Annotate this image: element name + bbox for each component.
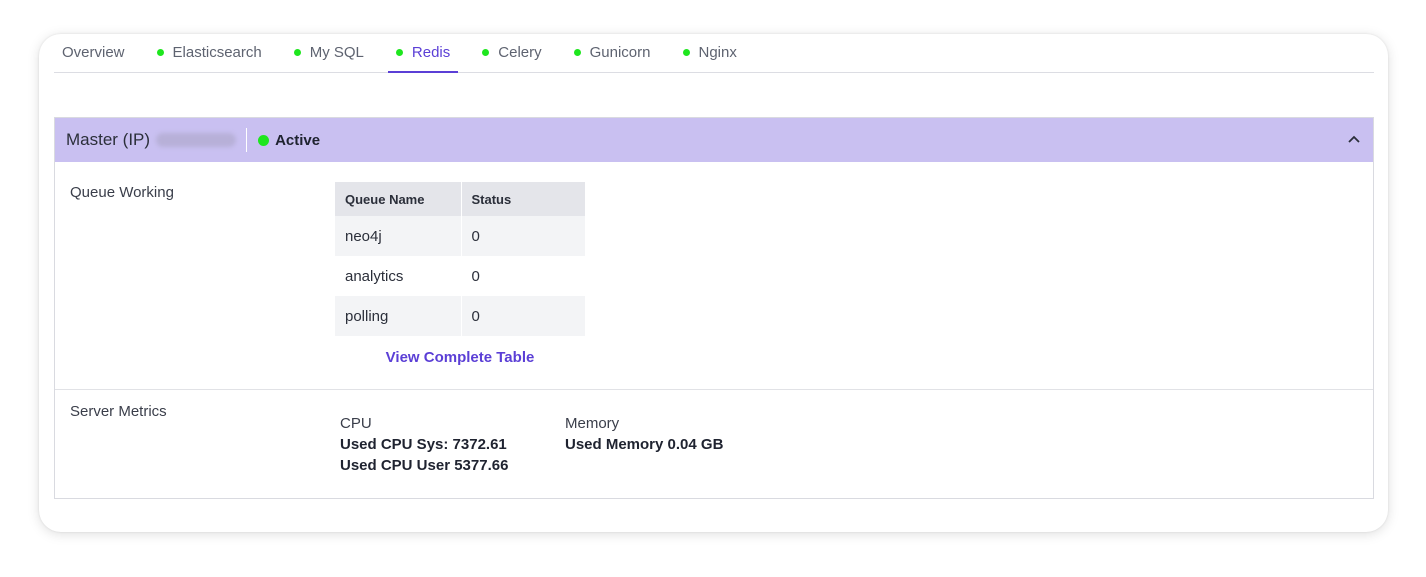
queue-working-label: Queue Working (70, 184, 174, 201)
table-row: analytics 0 (335, 256, 585, 296)
tab-nginx[interactable]: Nginx (675, 33, 745, 72)
tab-label: Overview (62, 44, 125, 61)
master-status: Active (275, 131, 321, 149)
active-status-dot-icon (258, 134, 270, 146)
header-divider (246, 128, 248, 152)
redis-monitor-card: Overview Elasticsearch My SQL Redis Cele… (39, 34, 1388, 532)
status-dot-icon (682, 49, 690, 56)
cpu-user-value: 5377.66 (454, 457, 509, 474)
cpu-sys-label: Used CPU Sys: (340, 436, 449, 453)
status-dot-icon (156, 49, 164, 56)
used-memory-metric: Used Memory 0.04 GB (565, 434, 723, 455)
status-dot-icon (573, 49, 581, 56)
tab-redis[interactable]: Redis (387, 33, 459, 73)
master-panel-header[interactable]: Master (IP) Active (55, 118, 1373, 162)
tab-label: My SQL (309, 44, 364, 61)
tab-overview[interactable]: Overview (54, 33, 133, 72)
tab-gunicorn[interactable]: Gunicorn (566, 33, 659, 72)
queue-status-cell: 0 (461, 216, 585, 256)
cpu-sys-metric: Used CPU Sys: 7372.61 (340, 434, 508, 455)
master-panel: Master (IP) Active Queue Working Queue N… (54, 117, 1374, 499)
chevron-up-icon[interactable] (1345, 130, 1363, 148)
server-metrics-label: Server Metrics (70, 403, 167, 420)
tab-label: Celery (498, 44, 542, 61)
master-title: Master (IP) (66, 130, 151, 149)
service-tabs: Overview Elasticsearch My SQL Redis Cele… (54, 34, 1374, 73)
tab-label: Nginx (698, 44, 737, 61)
redacted-ip (156, 133, 237, 147)
status-dot-icon (395, 49, 403, 56)
memory-heading: Memory (565, 415, 620, 432)
used-memory-value: 0.04 GB (667, 436, 724, 453)
queue-name-cell: neo4j (335, 216, 462, 256)
cpu-user-label: Used CPU User (340, 457, 451, 474)
queue-name-cell: analytics (335, 256, 462, 296)
tab-celery[interactable]: Celery (474, 33, 549, 72)
used-memory-label: Used Memory (565, 436, 664, 453)
tab-mysql[interactable]: My SQL (286, 33, 372, 72)
tab-label: Redis (411, 44, 451, 61)
tab-elasticsearch[interactable]: Elasticsearch (149, 33, 270, 72)
server-metrics-section: Server Metrics CPU Used CPU Sys: 7372.61… (55, 390, 1373, 500)
table-header-row: Queue Name Status (335, 182, 585, 216)
cpu-user-metric: Used CPU User 5377.66 (340, 455, 508, 476)
queue-status-cell: 0 (461, 296, 585, 336)
tab-label: Gunicorn (589, 44, 651, 61)
queue-section: Queue Working Queue Name Status neo4j 0 … (55, 162, 1373, 390)
queue-name-cell: polling (335, 296, 462, 336)
table-row: polling 0 (335, 296, 585, 336)
tab-label: Elasticsearch (172, 44, 262, 61)
cpu-metrics: CPU Used CPU Sys: 7372.61 Used CPU User … (340, 413, 508, 476)
column-header-status: Status (461, 182, 585, 216)
queue-status-cell: 0 (471, 267, 480, 285)
queue-table: Queue Name Status neo4j 0 analytics 0 po… (335, 182, 585, 336)
cpu-sys-value: 7372.61 (452, 436, 507, 453)
cpu-heading: CPU (340, 415, 372, 432)
table-row: neo4j 0 (335, 216, 585, 256)
view-complete-table-link[interactable]: View Complete Table (335, 349, 585, 366)
column-header-queue-name: Queue Name (335, 182, 462, 216)
status-dot-icon (293, 49, 301, 56)
status-dot-icon (482, 49, 490, 56)
memory-metrics: Memory Used Memory 0.04 GB (565, 413, 723, 455)
